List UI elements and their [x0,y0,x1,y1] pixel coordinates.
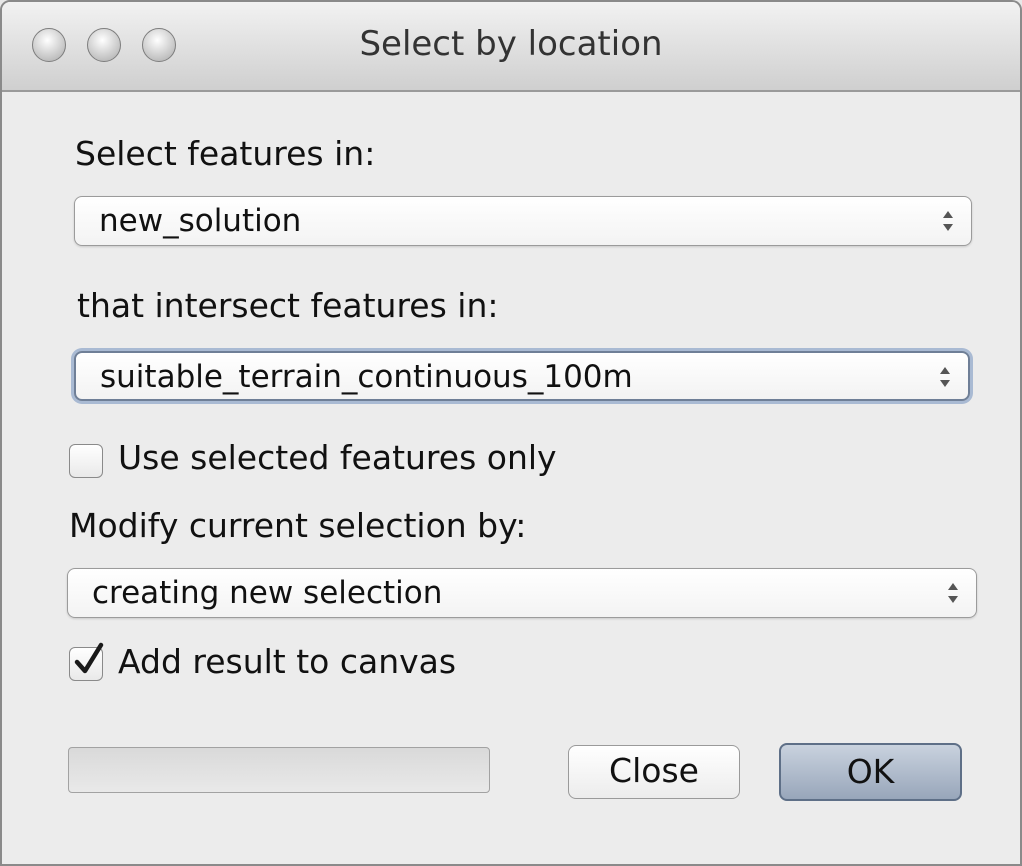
add-result-to-canvas-label: Add result to canvas [118,642,457,681]
title-bar[interactable]: Select by location [2,2,1020,92]
use-selected-features-label: Use selected features only [118,438,557,477]
up-down-arrows-icon [940,367,950,387]
intersect-features-value: suitable_terrain_continuous_100m [100,359,633,395]
progress-bar [68,747,490,793]
modify-selection-label: Modify current selection by: [69,506,527,545]
modify-selection-value: creating new selection [92,575,443,611]
close-button[interactable]: Close [568,745,740,799]
window-title: Select by location [359,24,663,64]
intersect-features-combobox[interactable]: suitable_terrain_continuous_100m [74,351,970,401]
modify-selection-combobox[interactable]: creating new selection [67,568,977,618]
select-features-combobox[interactable]: new_solution [74,196,972,246]
add-result-to-canvas-checkbox[interactable] [69,642,104,681]
ok-button[interactable]: OK [779,743,962,801]
up-down-arrows-icon [948,583,958,603]
intersect-features-label: that intersect features in: [77,286,499,325]
use-selected-features-checkbox[interactable] [69,444,103,478]
select-by-location-dialog: Select by location Select features in: n… [0,0,1022,866]
select-features-label: Select features in: [75,134,376,173]
up-down-arrows-icon [943,211,953,231]
select-features-value: new_solution [99,203,302,239]
checkmark-icon [74,642,104,674]
